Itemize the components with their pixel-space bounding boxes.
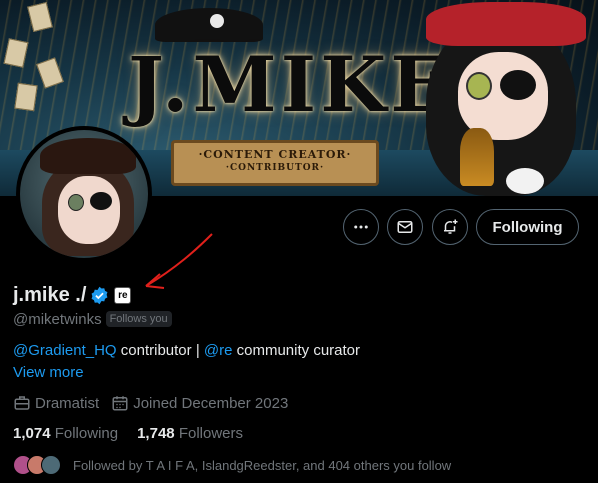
scroll-line-1: ·CONTENT CREATOR· <box>198 148 352 161</box>
profile-bio: @Gradient_HQ contributor | @re community… <box>13 342 360 359</box>
following-button[interactable]: Following <box>476 209 579 245</box>
pirate-hat-icon <box>40 138 136 174</box>
bio-mention-re[interactable]: @re <box>204 342 233 359</box>
bio-text: contributor | <box>116 342 204 359</box>
eyepatch-icon <box>90 192 112 210</box>
followers-you-know-avatars <box>13 454 65 476</box>
category-item: Dramatist <box>13 394 99 412</box>
profile-category: Dramatist <box>35 394 100 412</box>
skull-icon <box>210 14 224 28</box>
banner-scroll: ·CONTENT CREATOR· ·CONTRIBUTOR· <box>171 140 379 186</box>
follow-counts: 1,074 Following 1,748 Followers <box>13 425 262 442</box>
bio-mention-gradient[interactable]: @Gradient_HQ <box>13 342 117 359</box>
followers-count: 1,748 <box>137 425 175 442</box>
more-options-button[interactable] <box>343 209 379 245</box>
followers-label: Followers <box>178 425 243 442</box>
followers-link[interactable]: 1,748 Followers <box>137 425 243 442</box>
paint-palette-icon <box>506 168 544 194</box>
joined-date: Joined December 2023 <box>133 394 289 412</box>
display-name: j.mike ./ <box>13 283 87 306</box>
following-label: Following <box>54 425 119 442</box>
rum-bottle-icon <box>460 128 494 186</box>
followed-by-text: Followed by T A I F A, IslandgReedster, … <box>73 457 452 473</box>
notifications-button[interactable] <box>432 209 468 245</box>
following-count: 1,074 <box>13 425 51 442</box>
verified-badge-icon[interactable] <box>90 286 109 305</box>
annotation-arrow-icon <box>145 233 213 289</box>
follows-you-badge: Follows you <box>105 311 172 327</box>
message-button[interactable] <box>387 209 423 245</box>
joined-item: Joined December 2023 <box>111 394 288 412</box>
affiliation-badge[interactable]: re <box>114 286 132 304</box>
briefcase-icon <box>14 396 30 410</box>
view-more-link[interactable]: View more <box>13 364 84 381</box>
following-link[interactable]: 1,074 Following <box>13 425 118 442</box>
name-row: j.mike ./ re <box>13 283 132 307</box>
user-handle: @miketwinks <box>13 310 102 328</box>
bio-text: community curator <box>232 342 361 359</box>
more-horizontal-icon <box>354 225 368 229</box>
handle-row: @miketwinks Follows you <box>13 310 172 328</box>
profile-meta: Dramatist Joined December 2023 <box>13 394 300 412</box>
bell-plus-icon <box>444 219 458 234</box>
profile-avatar[interactable] <box>16 126 152 262</box>
pirate-hat-icon <box>155 8 263 42</box>
banner-pirate-character <box>418 0 593 196</box>
calendar-icon <box>112 396 128 411</box>
scroll-line-2: ·CONTRIBUTOR· <box>225 163 325 173</box>
banner-title-art: J.MIKE <box>128 40 453 129</box>
avatar <box>41 455 61 475</box>
wanted-poster-icon <box>14 82 38 112</box>
followed-by-row[interactable]: Followed by T A I F A, IslandgReedster, … <box>13 454 451 476</box>
envelope-icon <box>397 221 413 233</box>
